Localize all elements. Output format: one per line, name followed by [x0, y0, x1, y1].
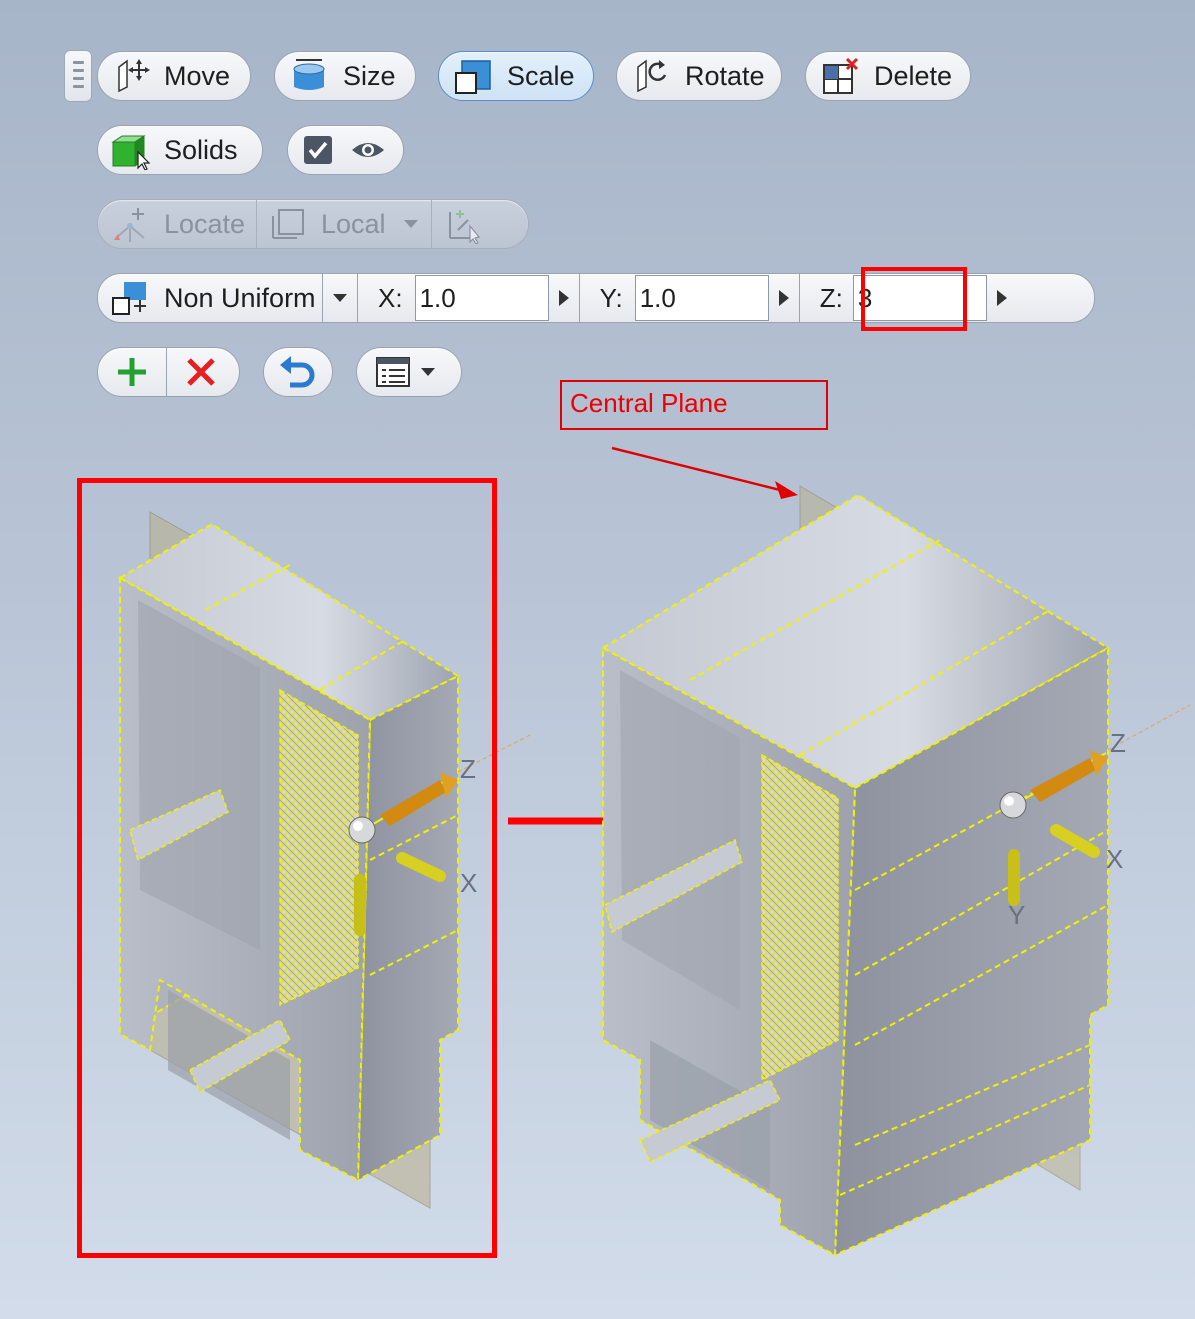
right-y-axis-label: Y [1008, 900, 1025, 930]
annotation-arrow-head-icon [775, 481, 798, 499]
right-z-axis-label: Z [1110, 728, 1126, 758]
scaled-part: Z X Y [601, 485, 1191, 1257]
original-part-highlight-box [77, 478, 497, 1258]
right-x-axis-label: X [1106, 844, 1123, 874]
